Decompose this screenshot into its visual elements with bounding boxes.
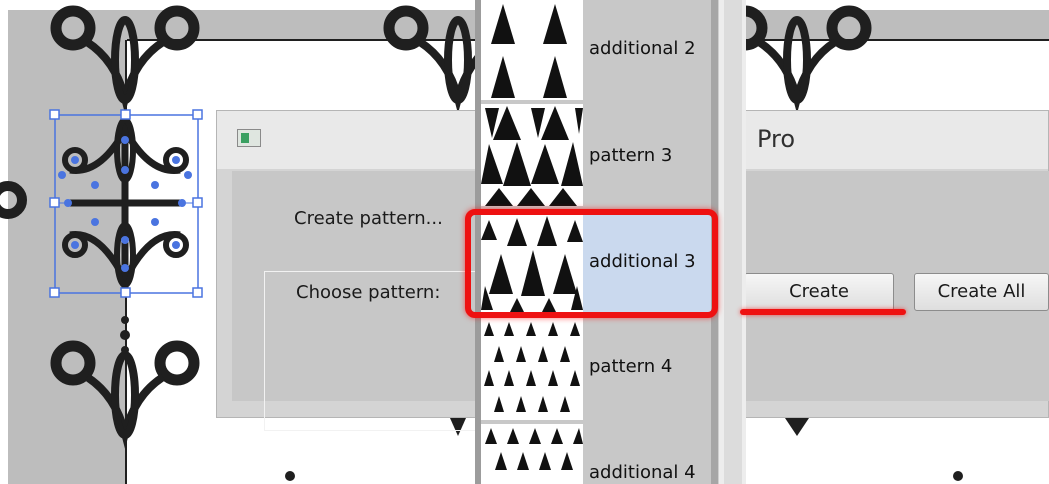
pattern-swatch	[481, 104, 583, 206]
scrollbar-thumb[interactable]	[724, 0, 742, 484]
list-item[interactable]: additional 2	[589, 38, 696, 59]
annotation-highlight-box	[465, 209, 718, 318]
list-item[interactable]: additional 4	[589, 462, 696, 483]
annotation-underline	[740, 309, 906, 315]
dialog-title: Pro	[757, 125, 796, 153]
choose-pattern-label: Choose pattern:	[296, 282, 441, 303]
group-legend: Create pattern...	[290, 208, 447, 229]
list-item[interactable]: pattern 4	[589, 356, 672, 377]
list-item[interactable]: pattern 3	[589, 145, 672, 166]
create-all-button[interactable]: Create All	[914, 273, 1049, 311]
pattern-swatch	[481, 318, 583, 420]
app-icon	[237, 129, 261, 147]
create-button[interactable]: Create	[744, 273, 894, 311]
pattern-swatch	[481, 424, 583, 484]
pattern-swatch	[481, 0, 583, 100]
